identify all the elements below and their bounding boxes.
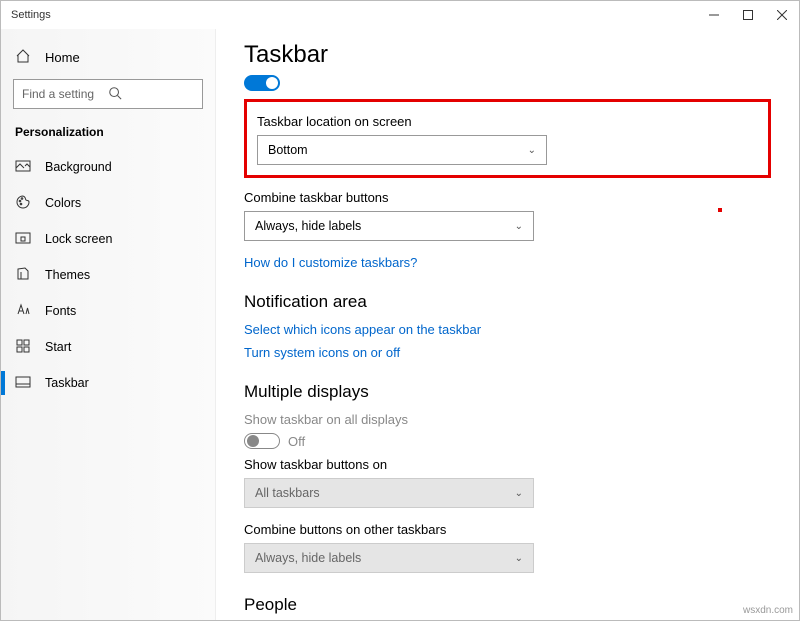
multi-combine-dropdown: Always, hide labels ⌄ — [244, 543, 534, 573]
background-icon — [15, 158, 31, 177]
multi-toggle-label: Show taskbar on all displays — [244, 412, 771, 427]
maximize-button[interactable] — [731, 1, 765, 29]
sidebar: Home Find a setting Personalization Back… — [1, 29, 216, 620]
search-icon — [108, 86, 194, 103]
combine-dropdown[interactable]: Always, hide labels ⌄ — [244, 211, 534, 241]
sidebar-item-themes[interactable]: Themes — [1, 257, 215, 293]
combine-label: Combine taskbar buttons — [244, 190, 771, 205]
chevron-down-icon: ⌄ — [515, 221, 523, 232]
chevron-down-icon: ⌄ — [515, 553, 523, 564]
watermark: wsxdn.com — [743, 605, 793, 616]
sidebar-item-start[interactable]: Start — [1, 329, 215, 365]
multiple-displays-heading: Multiple displays — [244, 382, 771, 402]
multi-combine-label: Combine buttons on other taskbars — [244, 522, 771, 537]
multi-toggle-state: Off — [288, 434, 305, 449]
sidebar-item-colors[interactable]: Colors — [1, 185, 215, 221]
fonts-icon — [15, 302, 31, 321]
start-icon — [15, 338, 31, 357]
window-title: Settings — [1, 9, 51, 21]
multi-buttons-dropdown: All taskbars ⌄ — [244, 478, 534, 508]
annotation-dot — [718, 208, 722, 212]
customize-link[interactable]: How do I customize taskbars? — [244, 255, 771, 270]
multi-combine-value: Always, hide labels — [255, 551, 515, 565]
home-label: Home — [45, 50, 80, 65]
sidebar-item-label: Colors — [45, 196, 81, 210]
location-dropdown[interactable]: Bottom ⌄ — [257, 135, 547, 165]
select-icons-link[interactable]: Select which icons appear on the taskbar — [244, 322, 771, 337]
highlighted-taskbar-location: Taskbar location on screen Bottom ⌄ — [244, 99, 771, 178]
close-button[interactable] — [765, 1, 799, 29]
sidebar-item-label: Taskbar — [45, 376, 89, 390]
toggle-top[interactable]: On — [244, 75, 771, 91]
location-label: Taskbar location on screen — [257, 114, 758, 129]
toggle-on-icon — [244, 75, 280, 91]
system-icons-link[interactable]: Turn system icons on or off — [244, 345, 771, 360]
page-title: Taskbar — [244, 41, 771, 69]
main-content: Taskbar On Taskbar location on screen Bo… — [216, 29, 799, 620]
multi-buttons-value: All taskbars — [255, 486, 515, 500]
sidebar-item-label: Background — [45, 160, 112, 174]
chevron-down-icon: ⌄ — [515, 488, 523, 499]
sidebar-item-label: Lock screen — [45, 232, 112, 246]
combine-value: Always, hide labels — [255, 219, 515, 233]
sidebar-item-taskbar[interactable]: Taskbar — [1, 365, 215, 401]
taskbar-icon — [15, 374, 31, 393]
sidebar-item-label: Start — [45, 340, 71, 354]
section-title: Personalization — [1, 121, 215, 149]
toggle-off-icon — [244, 433, 280, 449]
sidebar-item-background[interactable]: Background — [1, 149, 215, 185]
minimize-button[interactable] — [697, 1, 731, 29]
home-nav[interactable]: Home — [1, 41, 215, 73]
home-icon — [15, 48, 31, 67]
people-heading: People — [244, 595, 771, 615]
multi-buttons-label: Show taskbar buttons on — [244, 457, 771, 472]
sidebar-item-lockscreen[interactable]: Lock screen — [1, 221, 215, 257]
search-input[interactable]: Find a setting — [13, 79, 203, 109]
sidebar-item-fonts[interactable]: Fonts — [1, 293, 215, 329]
titlebar: Settings — [1, 1, 799, 29]
search-placeholder: Find a setting — [22, 87, 108, 101]
location-value: Bottom — [268, 143, 528, 157]
multi-toggle[interactable]: Off — [244, 433, 771, 449]
chevron-down-icon: ⌄ — [528, 145, 536, 156]
sidebar-item-label: Themes — [45, 268, 90, 282]
sidebar-item-label: Fonts — [45, 304, 76, 318]
colors-icon — [15, 194, 31, 213]
themes-icon — [15, 266, 31, 285]
notification-heading: Notification area — [244, 292, 771, 312]
lock-screen-icon — [15, 230, 31, 249]
